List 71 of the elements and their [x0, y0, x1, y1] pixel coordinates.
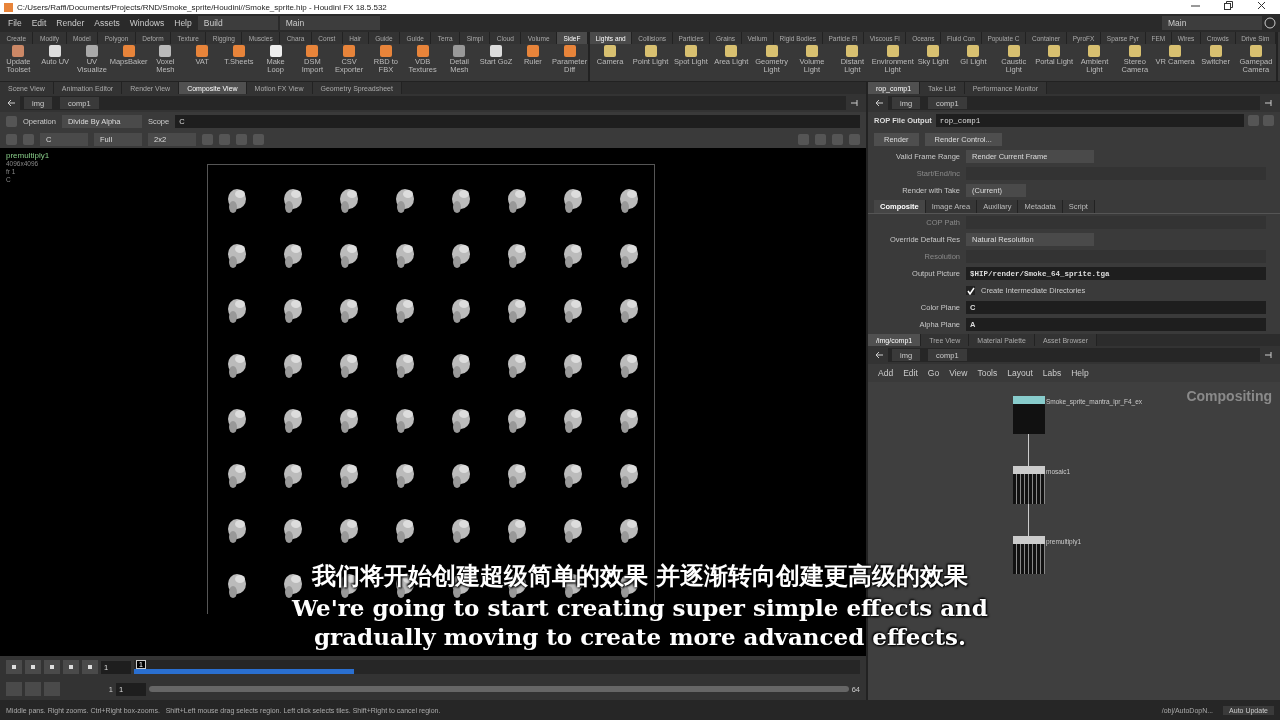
- tool-icon: [306, 45, 319, 57]
- tool-icon: [526, 45, 539, 57]
- menu-item[interactable]: Layout: [1003, 368, 1037, 378]
- tool-icon: [1249, 45, 1262, 57]
- app-icon: [4, 2, 13, 12]
- tool-icon: [122, 45, 135, 57]
- menu-item[interactable]: Windows: [125, 18, 169, 28]
- tool-icon: [49, 45, 62, 57]
- network-node[interactable]: [1013, 396, 1045, 434]
- tool-icon: [765, 45, 778, 57]
- pin-icon[interactable]: [1264, 350, 1274, 360]
- node-wire: [1028, 504, 1029, 536]
- menu-item[interactable]: Add: [874, 368, 898, 378]
- tool-icon: [196, 45, 209, 57]
- tool-icon: [604, 45, 617, 57]
- tool-icon: [85, 45, 98, 57]
- menu-item[interactable]: Go: [923, 368, 944, 378]
- desktop-dropdown[interactable]: Main: [279, 16, 380, 30]
- pin-icon[interactable]: [850, 98, 860, 108]
- menu-item[interactable]: Assets: [90, 18, 124, 28]
- tool-icon: [846, 45, 859, 57]
- node-wire: [1028, 434, 1029, 466]
- tool-icon: [269, 45, 282, 57]
- tool-icon: [1088, 45, 1101, 57]
- range-slider[interactable]: [149, 686, 849, 692]
- tool-icon: [1169, 45, 1182, 57]
- tool-icon: [159, 45, 172, 57]
- tool-icon: [684, 45, 697, 57]
- maximize-icon[interactable]: [1224, 1, 1233, 10]
- tool-icon: [886, 45, 899, 57]
- menu-item[interactable]: Labs: [1038, 368, 1066, 378]
- checkbox[interactable]: [966, 286, 975, 296]
- menu-item[interactable]: Tools: [973, 368, 1002, 378]
- network-node[interactable]: [1013, 466, 1045, 504]
- tool-icon: [416, 45, 429, 57]
- tool-icon: [1128, 45, 1141, 57]
- tool-icon: [232, 45, 245, 57]
- network-node[interactable]: [1013, 536, 1045, 574]
- tool-icon: [644, 45, 657, 57]
- menu-item[interactable]: Help: [1067, 368, 1093, 378]
- tool-icon: [490, 45, 503, 57]
- menu-item[interactable]: View: [945, 368, 972, 378]
- desktop-dropdown[interactable]: Build: [197, 16, 278, 30]
- tool-icon: [453, 45, 466, 57]
- menu-item[interactable]: Edit: [27, 18, 51, 28]
- tool-icon: [379, 45, 392, 57]
- back-arrow-icon[interactable]: [874, 99, 884, 107]
- menu-item[interactable]: File: [4, 18, 26, 28]
- pin-icon[interactable]: [1264, 98, 1274, 108]
- menu-item[interactable]: Edit: [899, 368, 922, 378]
- tool-icon: [1048, 45, 1061, 57]
- window-title: C:/Users/Raffi/Documents/Projects/RND/Smoke_sprite/Houdini//Smoke_sprite.hip - Houdini FX 18.5.532: [17, 2, 388, 12]
- tool-icon: [12, 45, 25, 57]
- back-arrow-icon[interactable]: [874, 351, 884, 359]
- menu-item[interactable]: Render: [52, 18, 89, 28]
- tool-icon: [563, 45, 576, 57]
- tool-icon: [725, 45, 738, 57]
- info-text: premultiply1: [6, 152, 50, 160]
- close-icon[interactable]: [1257, 1, 1266, 10]
- context-label: Compositing: [1186, 388, 1272, 404]
- tool-icon: [1209, 45, 1222, 57]
- menu-item[interactable]: Help: [170, 18, 196, 28]
- tool-icon: [967, 45, 980, 57]
- caption-text: We're going to start creating super simple effects and: [292, 594, 988, 621]
- tool-icon: [927, 45, 940, 57]
- tool-icon: [343, 45, 356, 57]
- back-arrow-icon[interactable]: [6, 99, 16, 107]
- caption-text: gradually moving to create more advanced effects.: [314, 623, 966, 650]
- tool-icon: [805, 45, 818, 57]
- tool-icon: [1007, 45, 1020, 57]
- desktop-dropdown[interactable]: Main: [1162, 16, 1262, 30]
